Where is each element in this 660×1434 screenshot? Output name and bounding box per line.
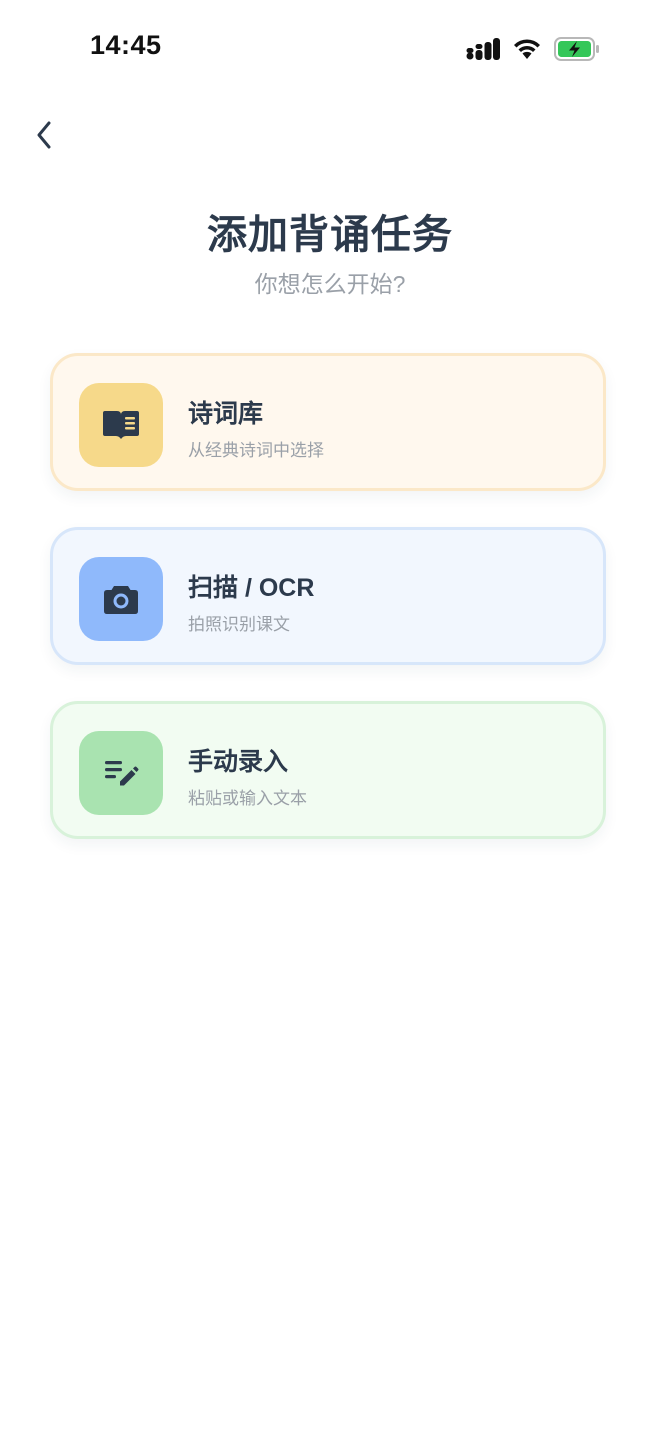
wifi-icon <box>514 39 540 59</box>
option-description: 粘贴或输入文本 <box>188 789 307 808</box>
option-description: 从经典诗词中选择 <box>188 441 324 460</box>
status-icons <box>466 34 600 64</box>
page-title: 添加背诵任务 <box>207 213 453 257</box>
manual-entry-icon-tile <box>79 731 163 815</box>
manual-entry-option[interactable]: 手动录入 粘贴或输入文本 <box>50 701 606 839</box>
back-button[interactable] <box>22 110 66 160</box>
option-title: 扫描 / OCR <box>188 574 315 602</box>
cellular-signal-icon <box>466 38 500 60</box>
option-title: 诗词库 <box>188 400 264 428</box>
option-description: 拍照识别课文 <box>188 615 290 634</box>
scan-ocr-option[interactable]: 扫描 / OCR 拍照识别课文 <box>50 527 606 665</box>
battery-charging-icon <box>554 37 599 61</box>
chevron-left-icon <box>37 121 51 149</box>
option-title: 手动录入 <box>188 748 289 776</box>
camera-icon <box>104 586 138 614</box>
scan-ocr-icon-tile <box>79 557 163 641</box>
status-time: 14:45 <box>90 30 162 60</box>
status-bar: 14:45 <box>0 0 660 96</box>
page-subtitle: 你想怎么开始? <box>254 271 406 297</box>
poetry-library-option[interactable]: 诗词库 从经典诗词中选择 <box>50 353 606 491</box>
poetry-library-icon-tile <box>79 383 163 467</box>
book-icon <box>103 411 139 439</box>
edit-note-icon <box>105 761 139 786</box>
